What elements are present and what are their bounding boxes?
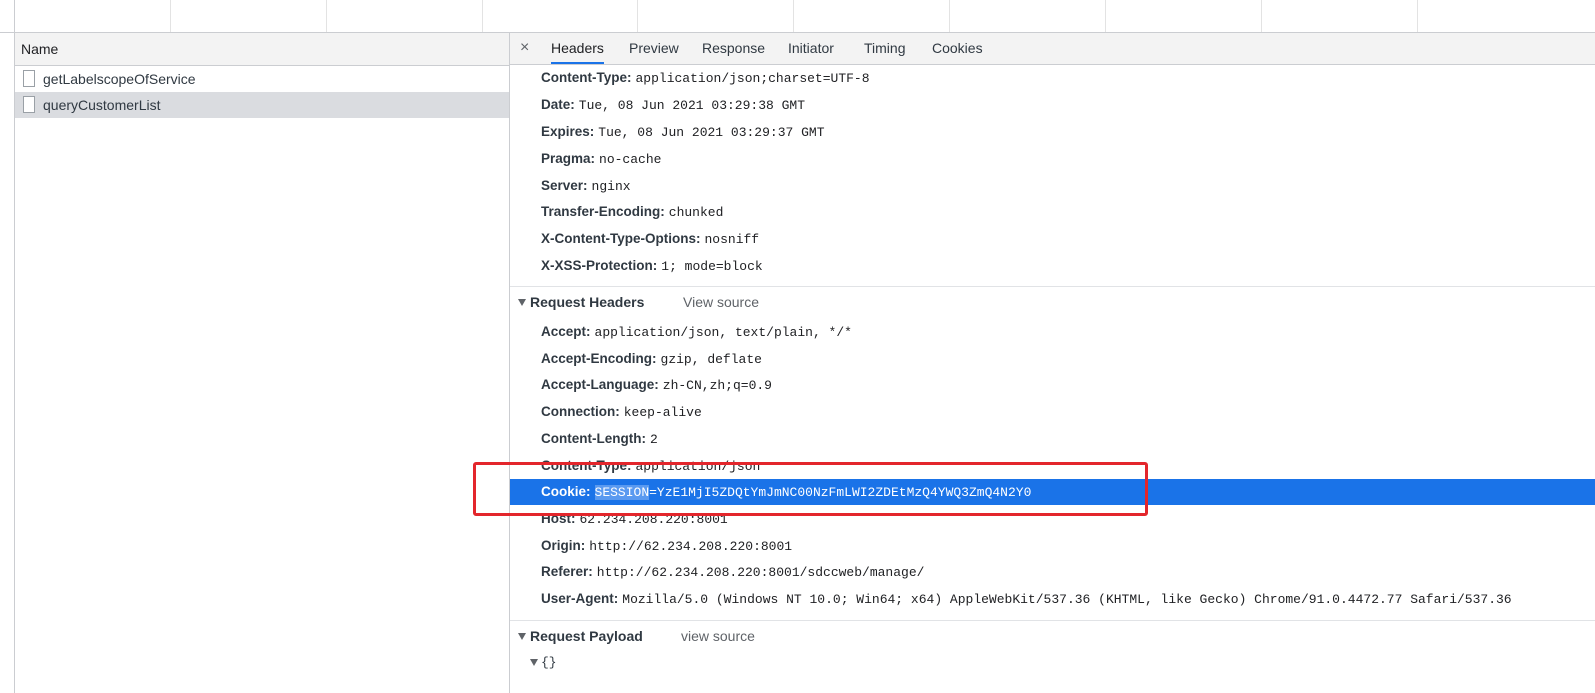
header-value: http://62.234.208.220:8001 xyxy=(589,539,793,554)
request-header-row[interactable]: Origin: http://62.234.208.220:8001 xyxy=(510,533,1595,559)
header-value: Tue, 08 Jun 2021 03:29:38 GMT xyxy=(578,98,806,113)
header-value: no-cache xyxy=(599,152,662,167)
header-value: 1; mode=block xyxy=(661,259,763,274)
response-header-row[interactable]: Expires: Tue, 08 Jun 2021 03:29:37 GMT xyxy=(510,119,1595,145)
detail-tabbar: × Headers Preview Response Initiator Tim… xyxy=(510,33,1595,65)
timeline-divider xyxy=(482,0,483,32)
header-key: Transfer-Encoding: xyxy=(541,204,665,219)
tab-response[interactable]: Response xyxy=(702,33,765,64)
header-value: http://62.234.208.220:8001/sdccweb/manag… xyxy=(596,565,925,580)
response-header-row[interactable]: Date: Tue, 08 Jun 2021 03:29:38 GMT xyxy=(510,92,1595,118)
header-key: Connection: xyxy=(541,404,620,419)
request-row-getlabelscope[interactable]: getLabelscopeOfService xyxy=(15,66,509,92)
header-key: Pragma: xyxy=(541,151,596,166)
response-header-row[interactable]: Pragma: no-cache xyxy=(510,146,1595,172)
timeline-divider xyxy=(1105,0,1106,32)
header-key: Date: xyxy=(541,97,575,112)
header-key: Origin: xyxy=(541,538,586,553)
close-icon[interactable]: × xyxy=(520,39,529,57)
header-key: Server: xyxy=(541,178,588,193)
section-title: Request Headers xyxy=(530,294,645,310)
request-detail-pane: × Headers Preview Response Initiator Tim… xyxy=(510,33,1595,693)
collapse-triangle-icon[interactable] xyxy=(518,633,526,640)
header-value: application/json;charset=UTF-8 xyxy=(635,71,870,86)
cookie-value-rest: =YzE1MjI5ZDQtYmJmNC00NzFmLWI2ZDEtMzQ4YWQ… xyxy=(649,485,1032,500)
header-value: 62.234.208.220:8001 xyxy=(579,512,728,527)
header-value: nosniff xyxy=(704,232,760,247)
request-header-row[interactable]: Host: 62.234.208.220:8001 xyxy=(510,506,1595,532)
header-value: zh-CN,zh;q=0.9 xyxy=(662,378,772,393)
section-title: Request Payload xyxy=(530,628,643,644)
request-header-row[interactable]: Accept-Language: zh-CN,zh;q=0.9 xyxy=(510,372,1595,398)
request-row-querycustomerlist[interactable]: queryCustomerList xyxy=(15,92,509,118)
tab-timing[interactable]: Timing xyxy=(864,33,906,64)
view-source-link[interactable]: view source xyxy=(681,621,755,651)
header-value: chunked xyxy=(668,205,724,220)
response-header-row[interactable]: Content-Type: application/json;charset=UT… xyxy=(510,65,1595,91)
request-name: getLabelscopeOfService xyxy=(43,71,196,87)
header-key: Content-Length: xyxy=(541,431,646,446)
file-icon xyxy=(23,70,35,87)
timeline-divider xyxy=(1261,0,1262,32)
header-key: Expires: xyxy=(541,124,595,139)
cookie-header-row[interactable]: Cookie: SESSION=YzE1MjI5ZDQtYmJmNC00NzFmL… xyxy=(510,479,1595,505)
header-value: gzip, deflate xyxy=(660,352,762,367)
header-key: Cookie: xyxy=(541,484,591,499)
timeline-strip xyxy=(0,0,1595,33)
header-key: Referer: xyxy=(541,564,593,579)
payload-tree-root[interactable]: {} xyxy=(530,651,557,675)
response-header-row[interactable]: X-XSS-Protection: 1; mode=block xyxy=(510,253,1595,279)
header-key: Accept: xyxy=(541,324,591,339)
header-key: Accept-Language: xyxy=(541,377,659,392)
request-payload-section[interactable]: Request Payload view source xyxy=(510,620,1595,650)
tab-cookies[interactable]: Cookies xyxy=(932,33,983,64)
timeline-divider xyxy=(326,0,327,32)
request-name: queryCustomerList xyxy=(43,97,161,113)
header-key: X-XSS-Protection: xyxy=(541,258,658,273)
timeline-divider xyxy=(793,0,794,32)
file-icon xyxy=(23,96,35,113)
collapse-triangle-icon[interactable] xyxy=(518,299,526,306)
header-key: Accept-Encoding: xyxy=(541,351,657,366)
response-header-row[interactable]: Transfer-Encoding: chunked xyxy=(510,199,1595,225)
request-list: Name getLabelscopeOfService queryCustome… xyxy=(15,33,510,693)
text-selection: SESSION xyxy=(594,485,650,500)
timeline-divider xyxy=(170,0,171,32)
request-headers-section[interactable]: Request Headers View source xyxy=(510,286,1595,316)
tab-headers[interactable]: Headers xyxy=(551,33,604,64)
header-value: Tue, 08 Jun 2021 03:29:37 GMT xyxy=(598,125,825,140)
header-key: Host: xyxy=(541,511,576,526)
request-header-row[interactable]: Content-Type: application/json xyxy=(510,453,1595,479)
header-value: application/json xyxy=(635,459,761,474)
response-header-row[interactable]: X-Content-Type-Options: nosniff xyxy=(510,226,1595,252)
expand-triangle-icon[interactable] xyxy=(530,659,538,667)
header-key: X-Content-Type-Options: xyxy=(541,231,701,246)
request-header-row[interactable]: Accept: application/json, text/plain, */* xyxy=(510,319,1595,345)
timeline-divider xyxy=(949,0,950,32)
header-key: Content-Type: xyxy=(541,458,632,473)
header-value: Mozilla/5.0 (Windows NT 10.0; Win64; x64… xyxy=(622,592,1512,607)
header-value: keep-alive xyxy=(623,405,702,420)
request-header-row[interactable]: Accept-Encoding: gzip, deflate xyxy=(510,346,1595,372)
request-header-row[interactable]: Connection: keep-alive xyxy=(510,399,1595,425)
header-value: application/json, text/plain, */* xyxy=(594,325,852,340)
header-value: 2 xyxy=(649,432,658,447)
payload-value: {} xyxy=(541,655,557,670)
header-key: User-Agent: xyxy=(541,591,619,606)
timeline-divider xyxy=(637,0,638,32)
request-header-row[interactable]: Referer: http://62.234.208.220:8001/sdccw… xyxy=(510,559,1595,585)
header-value: nginx xyxy=(591,179,631,194)
tab-initiator[interactable]: Initiator xyxy=(788,33,834,64)
header-value: SESSION=YzE1MjI5ZDQtYmJmNC00NzFmLWI2ZDEt… xyxy=(594,485,1032,500)
view-source-link[interactable]: View source xyxy=(683,287,759,317)
tab-preview[interactable]: Preview xyxy=(629,33,679,64)
response-header-row[interactable]: Server: nginx xyxy=(510,173,1595,199)
timeline-divider xyxy=(1417,0,1418,32)
request-header-row[interactable]: Content-Length: 2 xyxy=(510,426,1595,452)
header-key: Content-Type: xyxy=(541,70,632,85)
request-header-row[interactable]: User-Agent: Mozilla/5.0 (Windows NT 10.0;… xyxy=(510,586,1595,612)
name-column-header[interactable]: Name xyxy=(15,33,509,66)
